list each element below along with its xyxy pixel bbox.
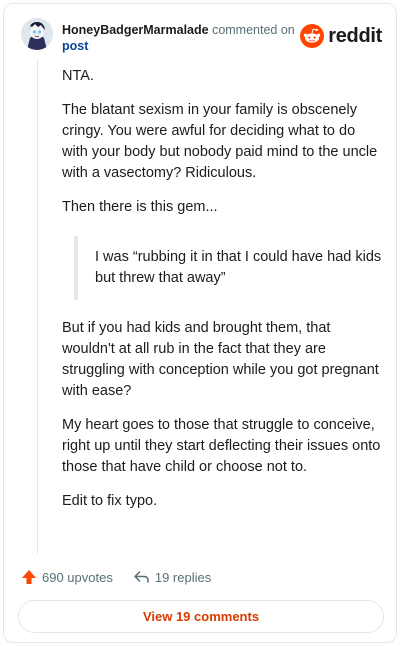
comment-action-text: commented on [212,23,295,37]
reply-count: 19 replies [154,569,212,585]
upvote-arrow-icon [22,570,36,584]
author-line: HoneyBadgerMarmalade commented on [62,22,295,38]
comment-paragraph: My heart goes to those that struggle to … [62,417,381,475]
comment-paragraph: NTA. [62,68,94,84]
replies-button[interactable]: 19 replies [133,569,211,585]
reddit-snoo-icon [300,24,325,48]
avatar-icon [21,18,53,50]
reply-arrow-icon [134,571,149,583]
comment-paragraph: Edit to fix typo. [62,493,158,509]
comment-body: NTA. The blatant sexism in your family i… [62,66,382,525]
reddit-wordmark: reddit [328,24,382,47]
author-name[interactable]: HoneyBadgerMarmalade [62,23,209,37]
view-comments-button[interactable]: View 19 comments [18,600,384,633]
quote-text: I was “rubbing it in that I could have h… [95,249,382,286]
upvote-button[interactable]: 690 upvotes [21,569,113,585]
thread-line [37,59,38,554]
comment-card: HoneyBadgerMarmalade commented on post r… [3,3,397,643]
reddit-brand[interactable]: reddit [300,23,382,49]
comment-paragraph: The blatant sexism in your family is obs… [62,102,378,181]
comment-paragraph: But if you had kids and brought them, th… [62,320,379,399]
upvote-count: 690 upvotes [42,569,113,585]
comment-footer: 690 upvotes 19 replies [21,566,231,588]
blockquote: I was “rubbing it in that I could have h… [74,236,382,300]
post-link[interactable]: post [62,38,88,54]
comment-header: HoneyBadgerMarmalade commented on post r… [21,17,382,57]
user-avatar[interactable] [21,18,53,50]
comment-paragraph: Then there is this gem... [62,199,218,215]
